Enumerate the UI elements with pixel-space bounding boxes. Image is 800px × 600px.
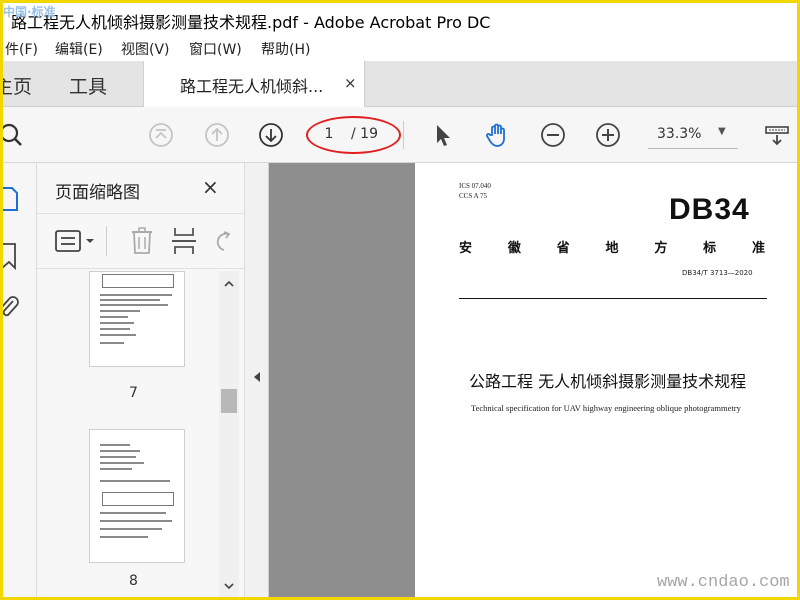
scroll-down-icon[interactable] [223, 577, 235, 590]
thumbnail-table [102, 492, 174, 506]
standard-char: 省 [556, 241, 570, 256]
menu-help[interactable]: 帮助(H) [261, 39, 310, 59]
page-thumbnails-icon[interactable] [3, 185, 21, 213]
standard-char: 准 [751, 241, 765, 256]
watermark-url: www.cndao.com [657, 573, 790, 592]
toolbar: 1 / 19 33.3% ▼ [3, 107, 797, 163]
zoom-select[interactable]: 33.3% ▼ [648, 121, 738, 149]
thumbnail-table [102, 274, 174, 288]
tab-tools[interactable]: 工具 [69, 72, 107, 99]
hand-tool-icon[interactable] [484, 121, 512, 149]
scrollbar-thumb[interactable] [221, 389, 237, 413]
scroll-mode-icon[interactable] [763, 121, 791, 149]
thumbnail-line [100, 512, 166, 514]
thumbnail-line [100, 456, 136, 458]
window-title: 路工程无人机倾斜摄影测量技术规程.pdf - Adobe Acrobat Pro… [11, 13, 491, 32]
thumbnail-line [100, 294, 172, 296]
thumbnail-label-7: 7 [129, 385, 138, 401]
ccs-code: CCS A 75 [459, 192, 488, 200]
thumbnail-line [100, 322, 134, 324]
bookmarks-icon[interactable] [3, 241, 21, 271]
rotate-page-icon[interactable] [211, 228, 233, 254]
thumbnail-line [100, 520, 172, 522]
standard-heading: 安 徽 省 地 方 标 准 [459, 237, 765, 256]
standard-char: 安 [459, 241, 473, 256]
standard-char: 地 [605, 241, 619, 256]
thumbnail-list: 7 8 [37, 271, 219, 597]
standard-char: 徽 [507, 241, 521, 256]
thumbnail-line [100, 462, 144, 464]
next-page-icon[interactable] [257, 121, 285, 149]
options-menu-icon[interactable] [55, 230, 97, 254]
collapse-left-icon [252, 371, 262, 386]
thumbnail-line [100, 450, 140, 452]
thumbnail-line [100, 334, 136, 336]
document-title: 公路工程 无人机倾斜摄影测量技术规程 [469, 372, 747, 391]
title-bar: 路工程无人机倾斜摄影测量技术规程.pdf - Adobe Acrobat Pro… [3, 3, 797, 35]
thumbnail-line [100, 310, 140, 312]
select-cursor-icon[interactable] [429, 121, 457, 149]
menu-file[interactable]: 件(F) [5, 39, 38, 59]
attachments-icon[interactable] [3, 295, 21, 323]
document-page: ICS 07.040 CCS A 75 DB34 安 徽 省 地 方 标 准 D… [415, 163, 797, 597]
panel-divider [106, 226, 107, 256]
highlight-oval [306, 116, 401, 154]
tab-bar: 主页 工具 路工程无人机倾斜... × [3, 61, 797, 107]
standard-char: 标 [703, 241, 717, 256]
thumbnail-line [100, 299, 160, 301]
db-logo: DB34 [669, 193, 750, 226]
chevron-down-icon: ▼ [718, 126, 726, 137]
ics-code: ICS 07.040 [459, 182, 491, 190]
zoom-value: 33.3% [657, 126, 702, 142]
panel-title: 页面缩略图 [55, 183, 140, 203]
panel-toolbar [37, 213, 245, 269]
menu-bar: 件(F) 编辑(E) 视图(V) 窗口(W) 帮助(H) [3, 35, 797, 61]
scroll-up-icon[interactable] [223, 275, 235, 287]
tab-document-label: 路工程无人机倾斜... [180, 77, 324, 96]
navigation-strip [3, 163, 37, 597]
zoom-out-icon[interactable] [539, 121, 567, 149]
panel-close-icon[interactable]: × [202, 175, 219, 199]
thumbnail-line [100, 328, 130, 330]
menu-edit[interactable]: 编辑(E) [55, 39, 103, 59]
toolbar-divider [403, 121, 404, 149]
thumbnails-panel: 页面缩略图 × 7 8 [37, 163, 245, 597]
header-rule [459, 298, 767, 299]
document-viewport-bg [245, 163, 415, 597]
thumbnail-line [100, 480, 170, 482]
insert-page-icon[interactable] [171, 226, 197, 256]
thumbnail-page-7[interactable] [89, 271, 185, 367]
tab-close-icon[interactable]: × [344, 74, 357, 92]
document-subtitle: Technical specification for UAV highway … [471, 403, 741, 413]
delete-page-icon[interactable] [129, 226, 155, 256]
thumbnail-line [100, 444, 130, 446]
thumbnail-line [100, 304, 168, 306]
app-window: 路工程无人机倾斜摄影测量技术规程.pdf - Adobe Acrobat Pro… [0, 0, 800, 600]
first-page-icon[interactable] [147, 121, 175, 149]
menu-view[interactable]: 视图(V) [121, 39, 170, 59]
prev-page-icon[interactable] [203, 121, 231, 149]
thumbnail-line [100, 468, 132, 470]
panel-collapse-tab[interactable] [245, 163, 269, 597]
menu-window[interactable]: 窗口(W) [189, 39, 242, 59]
zoom-in-icon[interactable] [594, 121, 622, 149]
tab-document[interactable]: 路工程无人机倾斜... × [143, 61, 365, 107]
thumbnail-label-8: 8 [129, 573, 138, 589]
thumbnail-line [100, 342, 124, 344]
thumbnail-page-8[interactable] [89, 429, 185, 563]
thumbnail-line [100, 528, 162, 530]
standard-code: DB34/T 3713—2020 [682, 269, 753, 277]
thumbnail-scrollbar[interactable] [219, 271, 239, 597]
tab-home[interactable]: 主页 [3, 72, 32, 99]
thumbnail-line [100, 316, 128, 318]
search-icon[interactable] [3, 121, 27, 149]
standard-char: 方 [654, 241, 668, 256]
thumbnail-line [100, 536, 148, 538]
watermark-logo: 中国·标准 [3, 5, 56, 19]
